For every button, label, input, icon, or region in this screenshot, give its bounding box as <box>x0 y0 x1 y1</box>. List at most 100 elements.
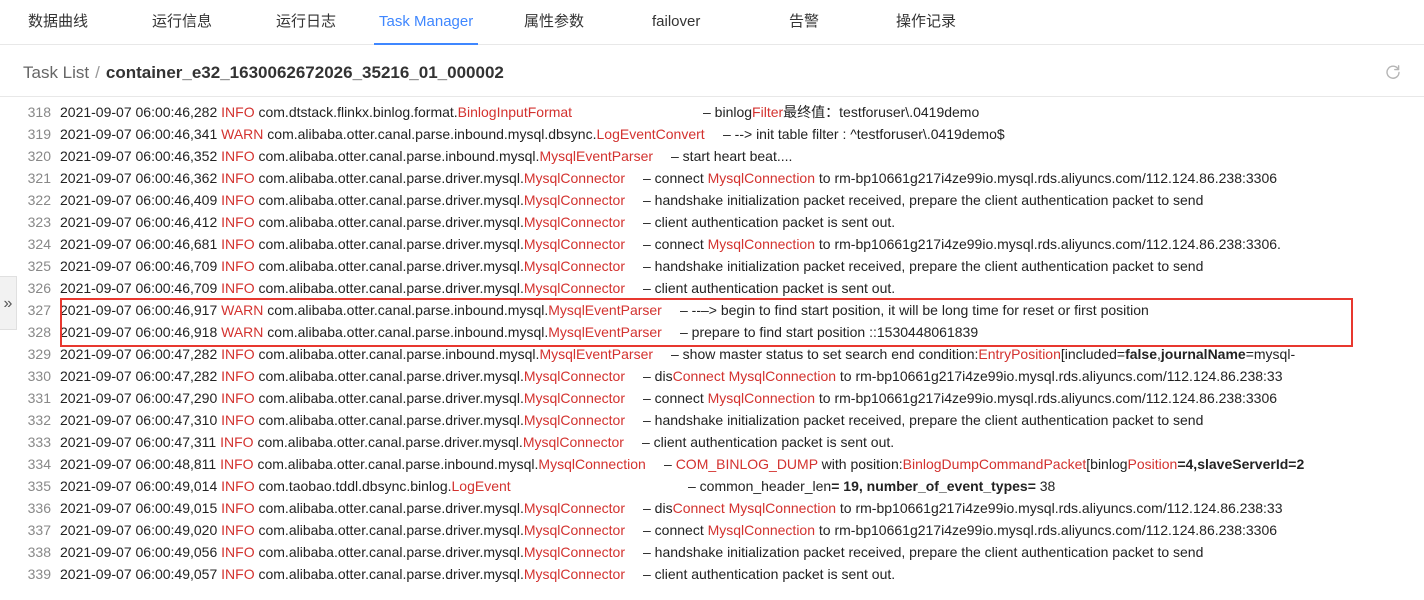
log-line-number: 330 <box>27 368 51 384</box>
log-line: 326 2021-09-07 06:00:46,709 INFO com.alib… <box>18 277 1424 299</box>
log-line: 332 2021-09-07 06:00:47,310 INFO com.alib… <box>18 409 1424 431</box>
log-line-source: 2021-09-07 06:00:46,709 INFO com.alibaba… <box>60 277 625 299</box>
log-message-part: [binlog <box>1086 456 1128 472</box>
breadcrumb-bar: Task List / container_e32_1630062672026_35… <box>0 45 1424 97</box>
log-level: INFO <box>221 412 255 428</box>
log-message-part: 38 <box>1035 478 1056 494</box>
log-message-part: COM_BINLOG_DUMP <box>675 456 818 472</box>
log-line-number: 335 <box>27 478 51 494</box>
refresh-icon[interactable] <box>1384 63 1402 81</box>
log-message-part: false <box>1125 346 1158 362</box>
log-timestamp: 2021-09-07 06:00:46,412 <box>60 214 222 230</box>
log-level: INFO <box>221 522 255 538</box>
log-message: – common_header_len= 19, number_of_event… <box>688 475 1055 497</box>
log-message: – start heart beat.... <box>671 145 792 167</box>
log-message-part: – client authentication packet is sent o… <box>642 434 895 450</box>
log-message-part: – connect <box>643 522 708 538</box>
breadcrumb-task-list-link[interactable]: Task List <box>23 63 89 82</box>
log-timestamp: 2021-09-07 06:00:47,282 <box>60 368 222 384</box>
log-line-number: 321 <box>27 170 51 186</box>
log-class: MysqlConnector <box>523 170 625 186</box>
log-message-part: Position <box>1127 456 1178 472</box>
log-timestamp: 2021-09-07 06:00:47,310 <box>60 412 222 428</box>
tab-alerts[interactable]: 告警 <box>789 0 819 44</box>
log-message: – handshake initialization packet receiv… <box>643 409 1203 431</box>
log-package: com.alibaba.otter.canal.parse.inbound.my… <box>254 346 540 362</box>
log-package: com.alibaba.otter.canal.parse.driver.mys… <box>254 236 524 252</box>
log-level: INFO <box>221 500 255 516</box>
log-level: INFO <box>221 214 255 230</box>
log-line: 327 2021-09-07 06:00:46,917 WARN com.alib… <box>18 299 1424 321</box>
log-message-part: to rm-bp10661g217i4ze99io.mysql.rds.aliy… <box>836 368 1283 384</box>
log-level: WARN <box>221 302 264 318</box>
log-level: INFO <box>221 148 255 164</box>
tab-operation-log[interactable]: 操作记录 <box>896 0 956 44</box>
log-timestamp: 2021-09-07 06:00:46,918 <box>60 324 222 340</box>
log-message-part: – handshake initialization packet receiv… <box>643 192 1204 208</box>
log-package: com.alibaba.otter.canal.parse.inbound.my… <box>263 126 597 142</box>
log-timestamp: 2021-09-07 06:00:46,352 <box>60 148 222 164</box>
log-line: 339 2021-09-07 06:00:49,057 INFO com.alib… <box>18 563 1424 585</box>
log-message: – disConnect MysqlConnection to rm-bp106… <box>643 365 1282 387</box>
log-level: INFO <box>221 280 255 296</box>
log-line: 337 2021-09-07 06:00:49,020 INFO com.alib… <box>18 519 1424 541</box>
log-message-part: MysqlConnection <box>728 368 837 384</box>
tab-data-curve[interactable]: 数据曲线 <box>28 0 88 44</box>
log-message: – handshake initialization packet receiv… <box>643 189 1203 211</box>
log-package: com.alibaba.otter.canal.parse.inbound.my… <box>263 324 549 340</box>
log-line-source: 2021-09-07 06:00:46,412 INFO com.alibaba… <box>60 211 625 233</box>
log-line-number: 323 <box>27 214 51 230</box>
log-line-number: 333 <box>27 434 51 450</box>
log-class: LogEventConvert <box>596 126 705 142</box>
log-class: MysqlEventParser <box>548 324 662 340</box>
log-message: – client authentication packet is sent o… <box>643 277 895 299</box>
log-line: 328 2021-09-07 06:00:46,918 WARN com.alib… <box>18 321 1424 343</box>
log-class: MysqlConnector <box>523 390 625 406</box>
log-timestamp: 2021-09-07 06:00:46,362 <box>60 170 222 186</box>
tab-properties[interactable]: 属性参数 <box>524 0 584 44</box>
tab-run-info[interactable]: 运行信息 <box>152 0 212 44</box>
log-message-part: – handshake initialization packet receiv… <box>643 412 1204 428</box>
log-class: MysqlConnector <box>523 544 625 560</box>
log-level: INFO <box>221 368 255 384</box>
log-message-part: – dis <box>643 368 673 384</box>
log-package: com.alibaba.otter.canal.parse.driver.mys… <box>254 368 524 384</box>
log-message-part: =4,slaveServerId=2 <box>1177 456 1305 472</box>
log-line-number: 328 <box>27 324 51 340</box>
log-message: – handshake initialization packet receiv… <box>643 541 1203 563</box>
log-timestamp: 2021-09-07 06:00:48,811 <box>60 456 221 472</box>
log-message: – client authentication packet is sent o… <box>643 211 895 233</box>
log-message-part: MysqlConnection <box>707 236 815 252</box>
log-line-source: 2021-09-07 06:00:48,811 INFO com.alibaba… <box>60 453 646 475</box>
log-message-part: journalName <box>1160 346 1246 362</box>
log-viewer[interactable]: 318 2021-09-07 06:00:46,282 INFO com.dtst… <box>18 100 1424 600</box>
log-line-number: 319 <box>27 126 51 142</box>
tab-failover[interactable]: failover <box>652 0 700 44</box>
log-message: – connect MysqlConnection to rm-bp10661g… <box>643 519 1277 541</box>
log-class: MysqlEventParser <box>548 302 662 318</box>
double-chevron-right-icon[interactable]: » <box>0 276 17 330</box>
log-message: – connect MysqlConnection to rm-bp10661g… <box>643 233 1281 255</box>
log-line-number: 324 <box>27 236 51 252</box>
log-package: com.taobao.tddl.dbsync.binlog. <box>254 478 452 494</box>
log-message-part: – connect <box>643 236 708 252</box>
log-timestamp: 2021-09-07 06:00:46,709 <box>60 258 222 274</box>
log-line-source: 2021-09-07 06:00:47,310 INFO com.alibaba… <box>60 409 625 431</box>
log-message: – --–> begin to find start position, it … <box>680 299 1149 321</box>
log-message-part: – show master status to set search end c… <box>671 346 979 362</box>
log-line-number: 327 <box>27 302 51 318</box>
log-level: INFO <box>220 434 254 450</box>
log-line: 321 2021-09-07 06:00:46,362 INFO com.alib… <box>18 167 1424 189</box>
tab-run-log[interactable]: 运行日志 <box>276 0 336 44</box>
log-line-number: 339 <box>27 566 51 582</box>
log-class: LogEvent <box>451 478 511 494</box>
log-class: BinlogInputFormat <box>457 104 573 120</box>
log-line: 333 2021-09-07 06:00:47,311 INFO com.alib… <box>18 431 1424 453</box>
tab-task-manager[interactable]: Task Manager <box>373 0 479 45</box>
log-line: 323 2021-09-07 06:00:46,412 INFO com.alib… <box>18 211 1424 233</box>
log-line: 320 2021-09-07 06:00:46,352 INFO com.alib… <box>18 145 1424 167</box>
log-level: INFO <box>221 346 255 362</box>
log-line-number: 322 <box>27 192 51 208</box>
log-level: INFO <box>221 544 255 560</box>
log-package: com.alibaba.otter.canal.parse.inbound.my… <box>254 148 540 164</box>
